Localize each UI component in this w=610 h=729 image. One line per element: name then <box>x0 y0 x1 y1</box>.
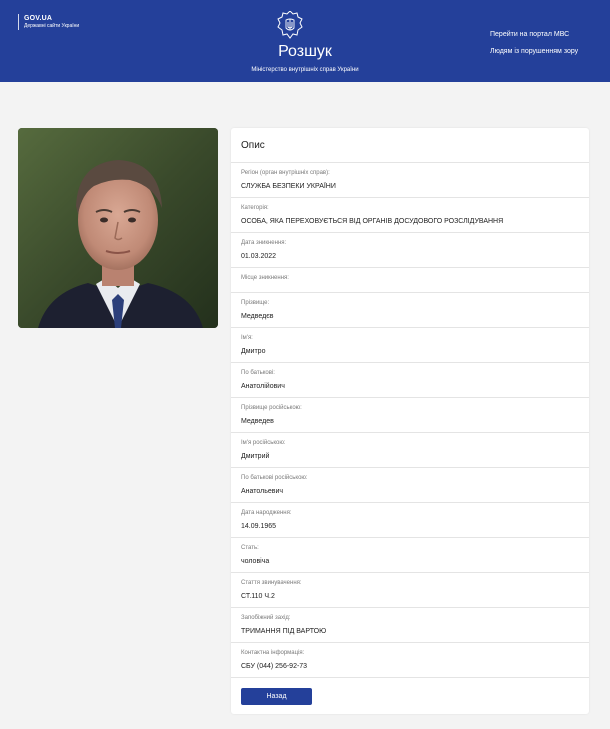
field-contact-info: Контактна інформація: СБУ (044) 256-92-7… <box>231 643 589 678</box>
gov-ua-subtitle: Державні сайти України <box>24 23 80 29</box>
field-label: Стаття звинувачення: <box>241 580 302 586</box>
field-disappearance-date: Дата зникнення: 01.03.2022 <box>231 233 589 268</box>
field-label: Прізвище російською: <box>241 405 302 411</box>
field-label: Стать: <box>241 545 259 551</box>
field-disappearance-place: Місце зникнення: <box>231 268 589 293</box>
field-value: ОСОБА, ЯКА ПЕРЕХОВУЄТЬСЯ ВІД ОРГАНІВ ДОС… <box>241 218 504 225</box>
field-label: Місце зникнення: <box>241 275 289 281</box>
back-button[interactable]: Назад <box>241 688 312 705</box>
field-label: Регіон (орган внутрішніх справ): <box>241 170 330 176</box>
field-label: Ім'я: <box>241 335 253 341</box>
person-portrait-image <box>18 128 218 328</box>
field-value: чоловіча <box>241 558 270 565</box>
field-preventive-measure: Запобіжний захід: ТРИМАННЯ ПІД ВАРТОЮ <box>231 608 589 643</box>
field-label: Ім'я російською: <box>241 440 286 446</box>
field-region: Регіон (орган внутрішніх справ): СЛУЖБА … <box>231 163 589 198</box>
gov-ua-logo[interactable]: GOV.UA Державні сайти України <box>18 14 79 30</box>
field-value: ТРИМАННЯ ПІД ВАРТОЮ <box>241 628 327 635</box>
field-value: 14.09.1965 <box>241 523 277 530</box>
field-charge-article: Стаття звинувачення: СТ.110 Ч.2 <box>231 573 589 608</box>
field-label: Контактна інформація: <box>241 650 305 656</box>
card-title: Опис <box>241 140 265 151</box>
field-first-name-russian: Ім'я російською: Дмитрий <box>231 433 589 468</box>
field-birth-date: Дата народження: 14.09.1965 <box>231 503 589 538</box>
field-value: СТ.110 Ч.2 <box>241 593 275 600</box>
details-list: Регіон (орган внутрішніх справ): СЛУЖБА … <box>231 163 589 678</box>
field-value: Дмитро <box>241 348 266 355</box>
field-value: СБУ (044) 256-92-73 <box>241 663 308 670</box>
site-header: GOV.UA Державні сайти України Розшук Мін… <box>0 0 610 82</box>
field-category: Категорія: ОСОБА, ЯКА ПЕРЕХОВУЄТЬСЯ ВІД … <box>231 198 589 233</box>
field-label: Дата народження: <box>241 510 292 516</box>
field-value: Дмитрий <box>241 453 270 460</box>
field-value: СЛУЖБА БЕЗПЕКИ УКРАЇНИ <box>241 183 336 190</box>
field-patronymic: По батькові: Анатолійович <box>231 363 589 398</box>
field-value: 01.03.2022 <box>241 253 277 260</box>
field-first-name: Ім'я: Дмитро <box>231 328 589 363</box>
field-label: Запобіжний захід: <box>241 615 291 621</box>
description-card: Опис Регіон (орган внутрішніх справ): СЛ… <box>231 128 589 714</box>
person-photo <box>18 128 218 328</box>
field-value: Медведєв <box>241 313 274 320</box>
field-label: Категорія: <box>241 205 269 211</box>
gov-ua-title: GOV.UA <box>24 15 53 22</box>
field-value: Анатолійович <box>241 383 285 390</box>
field-surname-russian: Прізвище російською: Медведев <box>231 398 589 433</box>
field-patronymic-russian: По батькові російською: Анатольевич <box>231 468 589 503</box>
field-sex: Стать: чоловіча <box>231 538 589 573</box>
field-label: Дата зникнення: <box>241 240 287 246</box>
field-label: Прізвище: <box>241 300 270 306</box>
mvs-portal-link[interactable]: Перейти на портал МВС <box>490 30 569 39</box>
field-value: Анатольевич <box>241 488 284 495</box>
field-label: По батькові: <box>241 370 275 376</box>
field-surname: Прізвище: Медведєв <box>231 293 589 328</box>
accessibility-link[interactable]: Людям із порушенням зору <box>490 47 578 56</box>
field-label: По батькові російською: <box>241 475 308 481</box>
ministry-subtitle: Міністерство внутрішніх справ України <box>251 67 359 73</box>
trident-shield-icon <box>277 11 303 39</box>
field-value: Медведев <box>241 418 274 425</box>
